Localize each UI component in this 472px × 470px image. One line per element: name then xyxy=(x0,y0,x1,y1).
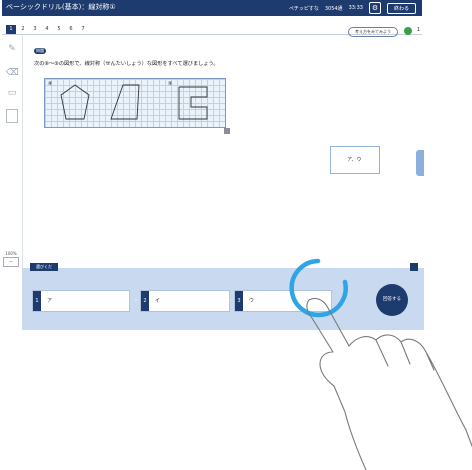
hand-pointer-icon xyxy=(306,297,472,470)
